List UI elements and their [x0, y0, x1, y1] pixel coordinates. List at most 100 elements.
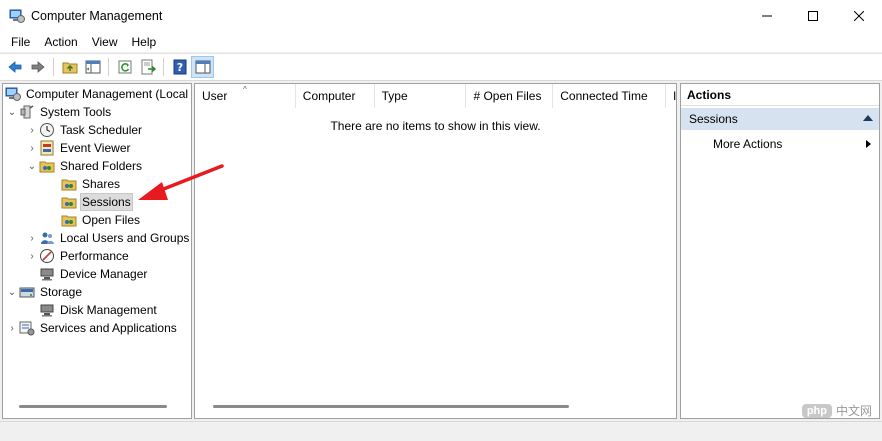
tree-item-local-users-and-groups[interactable]: › Local Users and Groups: [25, 229, 191, 247]
actions-pane: Actions Sessions More Actions: [680, 83, 880, 419]
chevron-right-icon[interactable]: ›: [25, 121, 39, 139]
column-header-computer[interactable]: Computer: [296, 84, 375, 108]
device-manager-icon: [40, 268, 54, 281]
menu-action[interactable]: Action: [37, 32, 84, 52]
sort-ascending-icon: ^: [243, 85, 247, 94]
tree-label: System Tools: [40, 105, 112, 119]
tree-label: Services and Applications: [40, 321, 177, 335]
watermark: php 中文网: [801, 402, 872, 419]
chevron-down-icon[interactable]: ⌄: [25, 157, 39, 175]
menu-view[interactable]: View: [85, 32, 125, 52]
tree-item-root[interactable]: Computer Management (Local: [5, 85, 190, 103]
disk-management-icon: [40, 304, 54, 317]
tree-item-services-and-applications[interactable]: › Services and Applications: [5, 319, 179, 337]
menu-help[interactable]: Help: [125, 32, 164, 52]
system-tools-icon: [20, 105, 34, 119]
actions-header: Actions: [681, 84, 879, 106]
tree-item-device-manager[interactable]: Device Manager: [39, 265, 149, 283]
svg-text:?: ?: [176, 61, 182, 74]
shared-folder-icon: [39, 161, 55, 173]
toolbar: ?: [0, 53, 882, 81]
up-folder-icon: [62, 62, 77, 74]
forward-button[interactable]: [26, 56, 49, 78]
performance-icon: [40, 249, 54, 263]
watermark-text: 中文网: [835, 404, 872, 418]
menu-file[interactable]: File: [4, 32, 37, 52]
maximize-button[interactable]: [790, 0, 836, 32]
toolbar-separator: [53, 58, 54, 76]
column-label: Type: [381, 89, 408, 103]
tree-label: Local Users and Groups: [60, 231, 190, 245]
actions-section-sessions[interactable]: Sessions: [681, 108, 879, 130]
chevron-right-icon[interactable]: ›: [25, 229, 39, 247]
tree-item-sessions[interactable]: Sessions: [61, 193, 133, 211]
menu-bar: File Action View Help: [0, 32, 882, 52]
clock-icon: [40, 123, 54, 137]
show-hide-tree-icon: [85, 60, 100, 74]
tree-item-system-tools[interactable]: ⌄ System Tools: [5, 103, 113, 121]
column-label: User: [202, 89, 228, 103]
export-list-icon: [141, 59, 156, 75]
column-header-connected-time[interactable]: Connected Time: [553, 84, 667, 108]
empty-list-message: There are no items to show in this view.: [330, 119, 541, 133]
shared-folder-icon: [61, 179, 77, 191]
show-hide-tree-button[interactable]: [81, 56, 104, 78]
column-label: Computer: [302, 89, 356, 103]
tree-label: Task Scheduler: [60, 123, 143, 137]
chevron-down-icon[interactable]: ⌄: [5, 103, 19, 121]
services-icon: [19, 321, 35, 336]
tree-item-event-viewer[interactable]: › Event Viewer: [25, 139, 132, 157]
maximize-icon: [808, 11, 818, 21]
actions-section-label: Sessions: [689, 112, 738, 126]
column-header-truncated[interactable]: I: [666, 84, 676, 108]
annotation-arrow: [138, 164, 224, 200]
submenu-arrow-icon: [866, 140, 871, 148]
list-horizontal-scrollbar[interactable]: [213, 405, 569, 408]
results-list-pane[interactable]: User ^ Computer Type # Open Files Connec…: [194, 83, 677, 419]
users-icon: [41, 232, 54, 244]
refresh-icon: [118, 60, 131, 74]
column-label: Connected Time: [560, 89, 648, 103]
column-header-user[interactable]: User ^: [195, 84, 296, 108]
tree-label: Event Viewer: [60, 141, 131, 155]
forward-icon: [31, 61, 45, 73]
tree-horizontal-scrollbar[interactable]: [19, 405, 167, 408]
chevron-right-icon[interactable]: ›: [25, 247, 39, 265]
title-bar: Computer Management: [0, 0, 882, 32]
chevron-right-icon[interactable]: ›: [25, 139, 39, 157]
up-one-level-button[interactable]: [58, 56, 81, 78]
event-viewer-icon: [40, 140, 54, 156]
column-header-type[interactable]: Type: [375, 84, 467, 108]
chevron-down-icon[interactable]: ⌄: [5, 283, 19, 301]
refresh-button[interactable]: [113, 56, 136, 78]
tree-label: Open Files: [82, 213, 141, 227]
tree-item-shares[interactable]: Shares: [61, 175, 122, 193]
status-bar: [0, 421, 882, 441]
tree-label: Performance: [60, 249, 129, 263]
shared-folder-icon: [61, 197, 77, 209]
column-header-open-files[interactable]: # Open Files: [466, 84, 554, 108]
show-hide-action-pane-button[interactable]: [191, 56, 214, 78]
tree-label: Shares: [82, 177, 121, 191]
export-list-button[interactable]: [136, 56, 159, 78]
help-button[interactable]: ?: [168, 56, 191, 78]
collapse-arrow-icon[interactable]: [863, 115, 873, 121]
window-controls: [744, 0, 882, 32]
minimize-button[interactable]: [744, 0, 790, 32]
show-hide-action-pane-icon: [195, 60, 210, 74]
tree-item-open-files[interactable]: Open Files: [61, 211, 142, 229]
tree-label: Computer Management (Local: [26, 87, 189, 101]
chevron-right-icon[interactable]: ›: [5, 319, 19, 337]
tree-item-disk-management[interactable]: Disk Management: [39, 301, 159, 319]
more-actions-item[interactable]: More Actions: [681, 134, 879, 154]
tree-item-task-scheduler[interactable]: › Task Scheduler: [25, 121, 144, 139]
console-tree-pane[interactable]: Computer Management (Local ⌄ System Tool…: [2, 83, 192, 419]
close-button[interactable]: [836, 0, 882, 32]
tree-item-performance[interactable]: › Performance: [25, 247, 131, 265]
more-actions-label: More Actions: [713, 137, 783, 151]
toolbar-separator: [108, 58, 109, 76]
back-button[interactable]: [3, 56, 26, 78]
tree-item-shared-folders[interactable]: ⌄ Shared Folders: [25, 157, 144, 175]
tree-item-storage[interactable]: ⌄ Storage: [5, 283, 84, 301]
back-icon: [7, 61, 21, 73]
